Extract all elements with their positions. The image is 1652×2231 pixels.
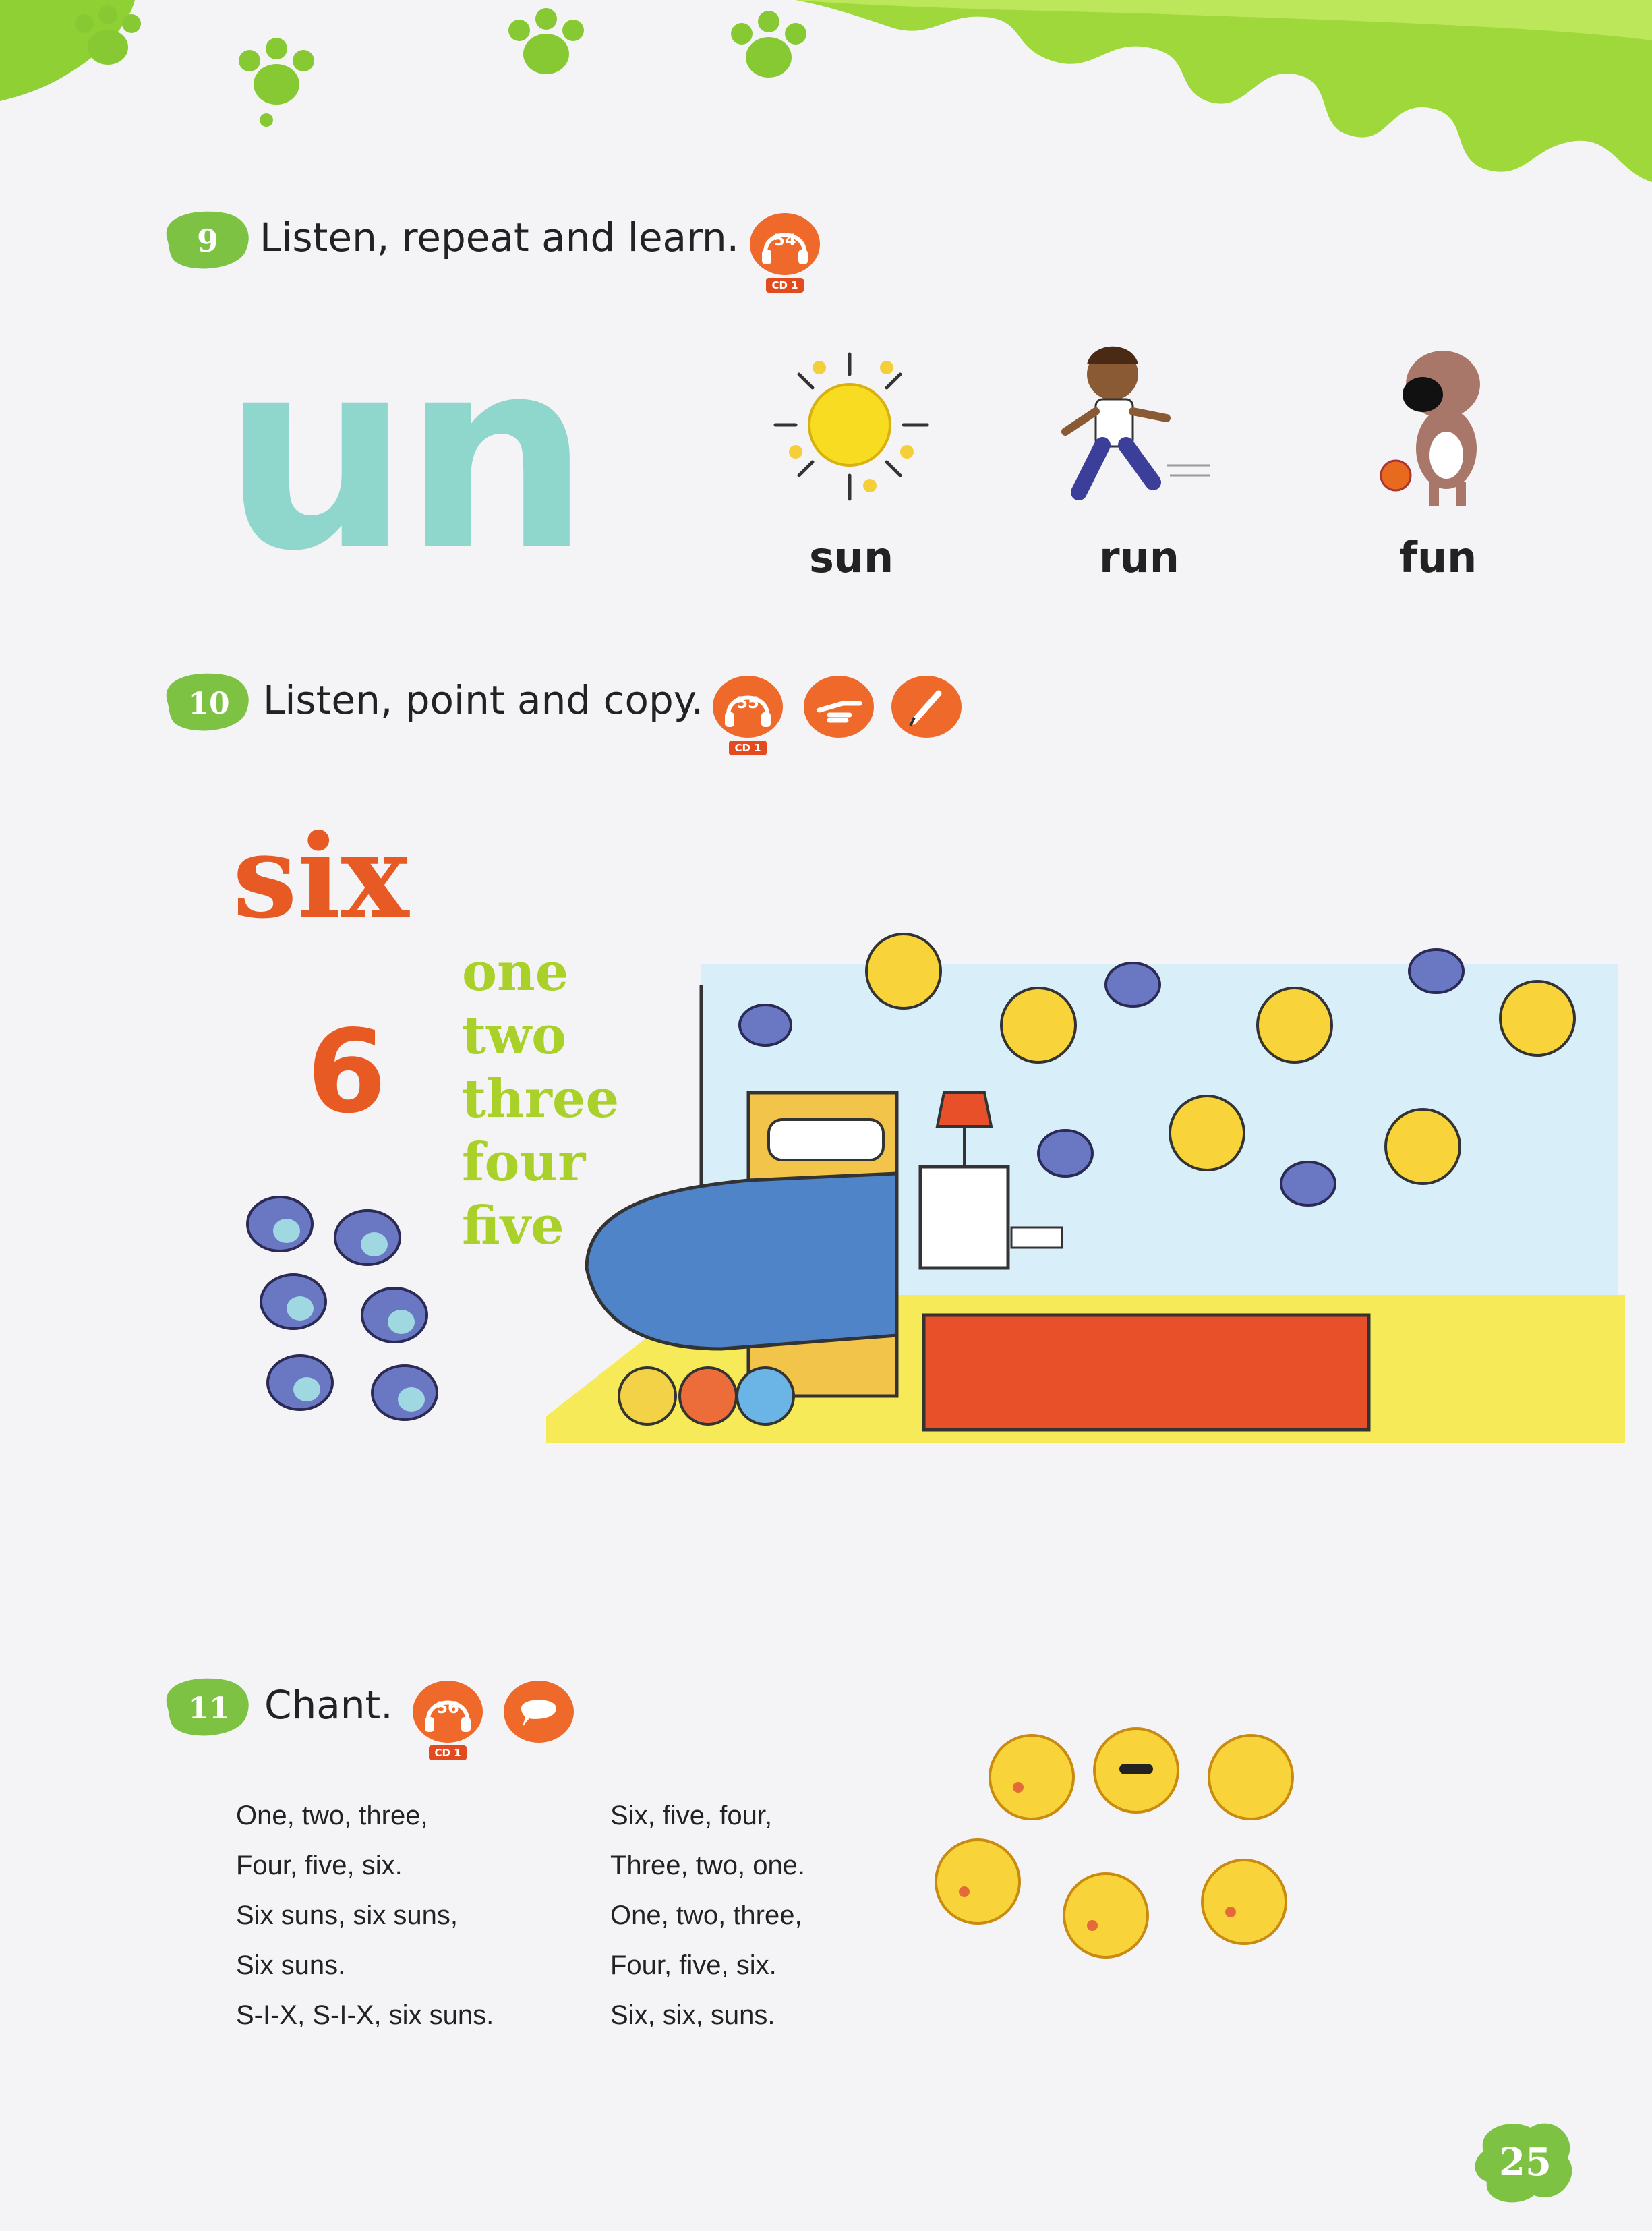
page-number: 25 xyxy=(1499,2140,1552,2184)
dog-illustration xyxy=(1380,351,1480,506)
number-digit-six: 6 xyxy=(307,1006,387,1139)
track-number: 54 xyxy=(773,231,796,250)
audio-track-button[interactable]: 55 CD 1 xyxy=(711,673,784,755)
word-sun: sun xyxy=(809,533,894,582)
track-number: 55 xyxy=(736,693,759,712)
chant-line: One, two, three, xyxy=(610,1901,802,1930)
green-slime-header xyxy=(0,0,1652,182)
page-number-splat: 25 xyxy=(1475,2123,1572,2203)
pointing-hand-icon[interactable] xyxy=(802,673,875,741)
running-boy-illustration xyxy=(1061,346,1210,500)
exercise-11-number: 11 xyxy=(188,1691,229,1726)
chant-line: Three, two, one. xyxy=(610,1851,806,1880)
chant-line: One, two, three, xyxy=(236,1801,428,1830)
audio-track-button[interactable]: 54 CD 1 xyxy=(748,210,821,293)
cd-label: CD 1 xyxy=(766,278,804,293)
exercise-number-badge: 9 xyxy=(166,211,249,269)
headphones-icon: 55 xyxy=(713,676,783,738)
chant-line: Six, five, four, xyxy=(610,1801,773,1830)
track-number: 56 xyxy=(436,1698,459,1717)
phonics-pattern: un xyxy=(223,302,590,608)
exercise-9-number: 9 xyxy=(197,223,218,259)
number-word-six: six xyxy=(233,809,409,944)
cd-label: CD 1 xyxy=(429,1745,467,1760)
sun-illustration xyxy=(773,352,929,501)
headphones-icon: 56 xyxy=(413,1681,483,1743)
chant-left-column: One, two, three, Four, five, six. Six su… xyxy=(236,1791,494,2040)
exercise-10-number: 10 xyxy=(188,687,229,721)
chant-right-column: Six, five, four, Three, two, one. One, t… xyxy=(610,1791,805,2040)
chant-line: Six suns, six suns, xyxy=(236,1901,459,1930)
chant-line: Four, five, six. xyxy=(236,1851,403,1880)
chant-line: Four, five, six. xyxy=(610,1950,777,1980)
dancing-suns-illustration xyxy=(935,1727,1294,1959)
exercise-11-instruction: Chant. xyxy=(264,1682,393,1728)
exercise-number-badge: 10 xyxy=(166,673,249,731)
word-run: run xyxy=(1099,533,1179,582)
word-fun: fun xyxy=(1399,533,1477,582)
pencil-icon[interactable] xyxy=(890,673,963,741)
exercise-10-instruction: Listen, point and copy. xyxy=(263,677,704,723)
chant-line: Six, six, suns. xyxy=(610,2000,775,2030)
chant-line: Six suns. xyxy=(236,1950,346,1980)
bedroom-scene-illustration xyxy=(546,933,1625,1443)
six-birds-illustration xyxy=(246,1196,438,1421)
exercise-9-instruction: Listen, repeat and learn. xyxy=(260,214,740,260)
exercise-number-badge: 11 xyxy=(166,1678,249,1736)
audio-track-button[interactable]: 56 CD 1 xyxy=(411,1678,484,1760)
chant-line: S-I-X, S-I-X, six suns. xyxy=(236,2000,494,2030)
headphones-icon: 54 xyxy=(750,213,820,275)
speech-bubble-icon[interactable] xyxy=(502,1678,575,1745)
cd-label: CD 1 xyxy=(729,741,767,755)
